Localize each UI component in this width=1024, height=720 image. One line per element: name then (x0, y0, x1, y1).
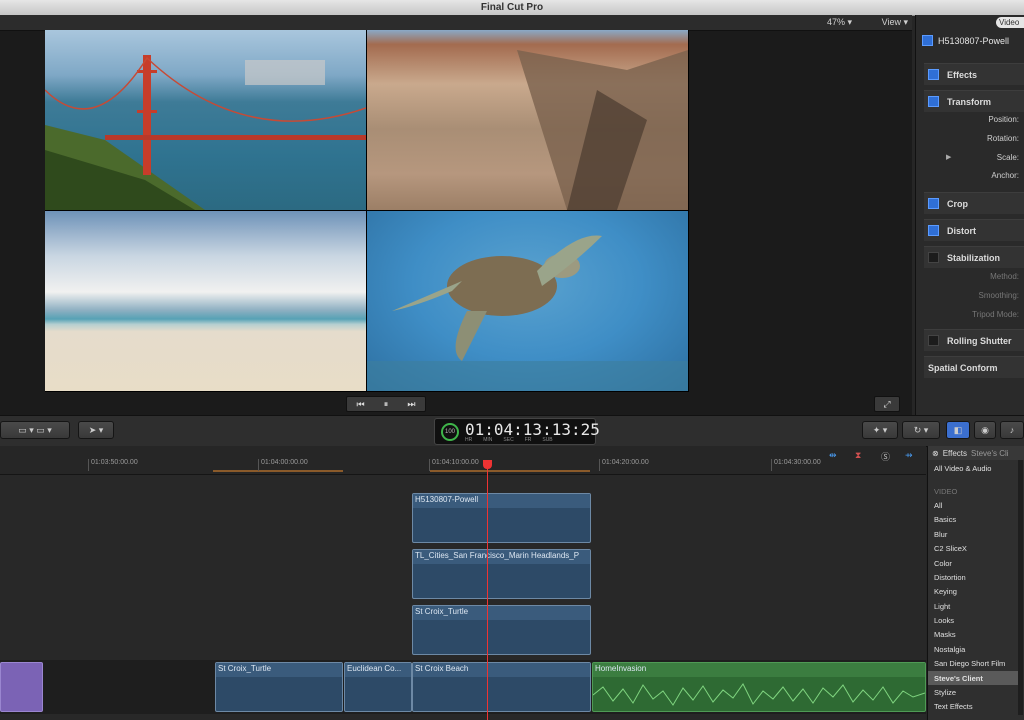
effects-group-header: VIDEO (934, 487, 958, 496)
view-menu[interactable]: View ▾ (882, 17, 908, 28)
section-distort[interactable]: Distort (924, 219, 1024, 241)
effects-category[interactable]: Keying (934, 587, 957, 596)
section-effects[interactable]: Effects (924, 63, 1024, 85)
section-stabilization[interactable]: Stabilization (924, 246, 1024, 268)
select-tool-button[interactable]: ➤ ▾ (78, 421, 114, 439)
music-icon[interactable]: ♪ (1000, 421, 1024, 439)
section-transform[interactable]: Transform (924, 90, 1024, 112)
zoom-level[interactable]: 47% ▾ (827, 17, 852, 28)
solo-icon[interactable]: Ⓢ (881, 450, 890, 463)
timeline-toolbar: ▭ ▾ ▭ ▾ ➤ ▾ 100 01:04:13:13:25 HR MIN SEC F… (0, 415, 1024, 447)
clip-icon (922, 35, 933, 46)
checkbox-icon[interactable] (928, 335, 939, 346)
effects-scrollbar[interactable] (1018, 460, 1023, 715)
prop-rotation: Rotation: (986, 134, 1019, 143)
effects-category[interactable]: Blur (934, 530, 947, 539)
purple-clip[interactable] (0, 662, 43, 712)
canyon-image (367, 30, 688, 210)
connected-clip[interactable]: St Croix_Turtle (412, 605, 591, 655)
sea-turtle-image (367, 211, 688, 391)
timeline[interactable]: 01:03:50:00.00 01:04:00:00.00 01:04:10:0… (0, 446, 926, 720)
timecode-percent-badge: 100 (441, 423, 459, 441)
storyline-clip[interactable]: St Croix_Turtle (215, 662, 343, 712)
section-crop[interactable]: Crop (924, 192, 1024, 214)
playhead[interactable] (487, 460, 488, 720)
play-pause-button[interactable]: ⏸ (384, 399, 389, 410)
edit-buttons[interactable]: ▭ ▾ ▭ ▾ (0, 421, 70, 439)
effects-category[interactable]: Text Effects (934, 702, 973, 711)
effects-category[interactable]: Distortion (934, 573, 966, 582)
viewer-header: 47% ▾ View ▾ (0, 15, 912, 31)
inspector-clip-name: H5130807-Powell (922, 35, 1009, 46)
playhead-handle[interactable] (483, 460, 492, 469)
prop-method: Method: (990, 272, 1019, 281)
audio-waveform (593, 683, 925, 706)
effects-category[interactable]: C2 SliceX (934, 544, 967, 553)
primary-storyline: St Croix_Turtle Euclidean Co... St Croix… (0, 660, 926, 714)
snapping-icon[interactable]: ⇸ (905, 450, 913, 461)
retime-icon[interactable]: ↻ ▾ (902, 421, 940, 439)
close-icon[interactable]: ⊗ (932, 449, 939, 458)
effects-browser-toggle-icon[interactable]: ◧ (946, 421, 970, 439)
timecode-display[interactable]: 100 01:04:13:13:25 HR MIN SEC FR SUB (434, 418, 600, 445)
inspector: Video H5130807-Powell Effects Transform … (915, 15, 1024, 415)
window-title: Final Cut Pro (0, 0, 1024, 16)
audio-clip[interactable]: HomeInvasion (592, 662, 926, 712)
connected-clip[interactable]: H5130807-Powell (412, 493, 591, 543)
camera-icon[interactable]: ◉ (974, 421, 996, 439)
ruler-tick: 01:03:50:00.00 (88, 459, 138, 471)
effects-category[interactable]: Stylize (934, 688, 956, 697)
viewer-canvas (45, 30, 689, 392)
effects-header: ⊗ Effects Steve's Cli (928, 446, 1024, 460)
effects-category[interactable]: Basics (934, 515, 956, 524)
effects-category[interactable]: Light (934, 602, 950, 611)
prop-smoothing: Smoothing: (978, 291, 1019, 300)
effects-category[interactable]: Color (934, 559, 952, 568)
effects-category[interactable]: San Diego Short Film (934, 659, 1005, 668)
ruler-tick: 01:04:10:00.00 (429, 459, 479, 471)
effects-category[interactable]: Looks (934, 616, 954, 625)
disclosure-triangle-icon[interactable]: ▶ (946, 153, 951, 161)
effects-category-selected[interactable]: Steve's Client (934, 674, 983, 683)
clip-appearance-icon[interactable]: ⇹ (829, 450, 837, 461)
effects-browser: ⊗ Effects Steve's Cli All Video & Audio … (927, 446, 1024, 720)
ruler-tick: 01:04:20:00.00 (599, 459, 649, 471)
ruler-tick: 01:04:30:00.00 (771, 459, 821, 471)
effects-category-all-video-audio[interactable]: All Video & Audio (934, 464, 991, 473)
storyline-clip[interactable]: Euclidean Co... (344, 662, 412, 712)
enhance-wand-icon[interactable]: ✦ ▾ (862, 421, 898, 439)
checkbox-icon[interactable] (928, 69, 939, 80)
storyline-clip[interactable]: St Croix Beach (412, 662, 591, 712)
timecode-units: HR MIN SEC FR SUB (465, 437, 553, 443)
prop-position: Position: (988, 115, 1019, 124)
effects-category[interactable]: Masks (934, 630, 956, 639)
effects-category[interactable]: All (934, 501, 942, 510)
section-rolling-shutter[interactable]: Rolling Shutter (924, 329, 1024, 351)
transport-controls: ⏮ ⏸ ⏭ (346, 396, 426, 412)
checkbox-icon[interactable] (928, 198, 939, 209)
effects-category[interactable]: Nostalgia (934, 645, 965, 654)
ruler-tick: 01:04:00:00.00 (258, 459, 308, 471)
viewer: 47% ▾ View ▾ ⏮ ⏸ ⏭ ⤢ (0, 15, 912, 415)
prop-anchor: Anchor: (991, 171, 1019, 180)
previous-frame-button[interactable]: ⏮ (357, 399, 365, 410)
timeline-ruler[interactable]: 01:03:50:00.00 01:04:00:00.00 01:04:10:0… (0, 446, 926, 475)
tab-video[interactable]: Video (996, 17, 1024, 28)
audio-skimming-icon[interactable]: ⧗ (855, 450, 861, 461)
beach-image (45, 211, 366, 391)
checkbox-icon[interactable] (928, 252, 939, 263)
prop-scale: Scale: (996, 153, 1019, 162)
checkbox-icon[interactable] (928, 225, 939, 236)
prop-tripod-mode: Tripod Mode: (972, 310, 1019, 319)
section-spatial-conform[interactable]: Spatial Conform (924, 356, 1024, 378)
connected-clip[interactable]: TL_Cities_San Francisco_Marin Headlands_… (412, 549, 591, 599)
checkbox-icon[interactable] (928, 96, 939, 107)
fullscreen-button[interactable]: ⤢ (874, 396, 900, 412)
next-frame-button[interactable]: ⏭ (407, 399, 415, 410)
golden-gate-image (45, 30, 366, 210)
